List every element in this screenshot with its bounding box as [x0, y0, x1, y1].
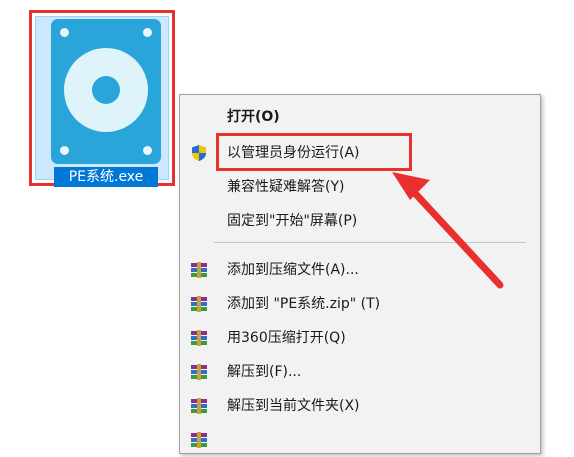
winrar-archive-icon — [191, 296, 207, 312]
winrar-archive-icon — [191, 262, 207, 278]
winrar-archive-icon — [191, 432, 207, 448]
file-selection-background: PE系统.exe — [35, 16, 169, 187]
menu-separator — [214, 242, 526, 243]
context-menu: 打开(O) 以管理员身份运行(A) 兼容性疑难解答(Y) 固定到"开始"屏幕(P… — [179, 94, 541, 454]
file-name-label[interactable]: PE系统.exe — [54, 167, 158, 187]
menu-item-extract-here[interactable]: 解压到当前文件夹(X) — [180, 389, 540, 423]
hard-disk-icon — [51, 19, 161, 164]
screw-icon — [60, 28, 69, 37]
screw-icon — [143, 146, 152, 155]
winrar-archive-icon — [191, 398, 207, 414]
disk-platter — [64, 48, 148, 132]
disk-hub — [92, 76, 120, 104]
file-icon-tile[interactable]: PE系统.exe — [29, 10, 175, 187]
menu-item-add-to-archive[interactable]: 添加到压缩文件(A)... — [180, 253, 540, 287]
winrar-archive-icon — [191, 330, 207, 346]
menu-item-partial[interactable] — [180, 423, 540, 457]
screw-icon — [60, 146, 69, 155]
uac-shield-icon — [192, 145, 206, 161]
winrar-archive-icon — [191, 364, 207, 380]
menu-item-open-with-360zip[interactable]: 用360压缩打开(Q) — [180, 321, 540, 355]
screw-icon — [143, 28, 152, 37]
menu-item-extract-to[interactable]: 解压到(F)... — [180, 355, 540, 389]
menu-item-pin-to-start[interactable]: 固定到"开始"屏幕(P) — [180, 204, 540, 238]
menu-item-run-as-admin[interactable]: 以管理员身份运行(A) — [180, 136, 540, 170]
menu-item-compat-troubleshoot[interactable]: 兼容性疑难解答(Y) — [180, 170, 540, 204]
menu-item-add-to-zip[interactable]: 添加到 "PE系统.zip" (T) — [180, 287, 540, 321]
menu-item-open[interactable]: 打开(O) — [180, 100, 540, 134]
